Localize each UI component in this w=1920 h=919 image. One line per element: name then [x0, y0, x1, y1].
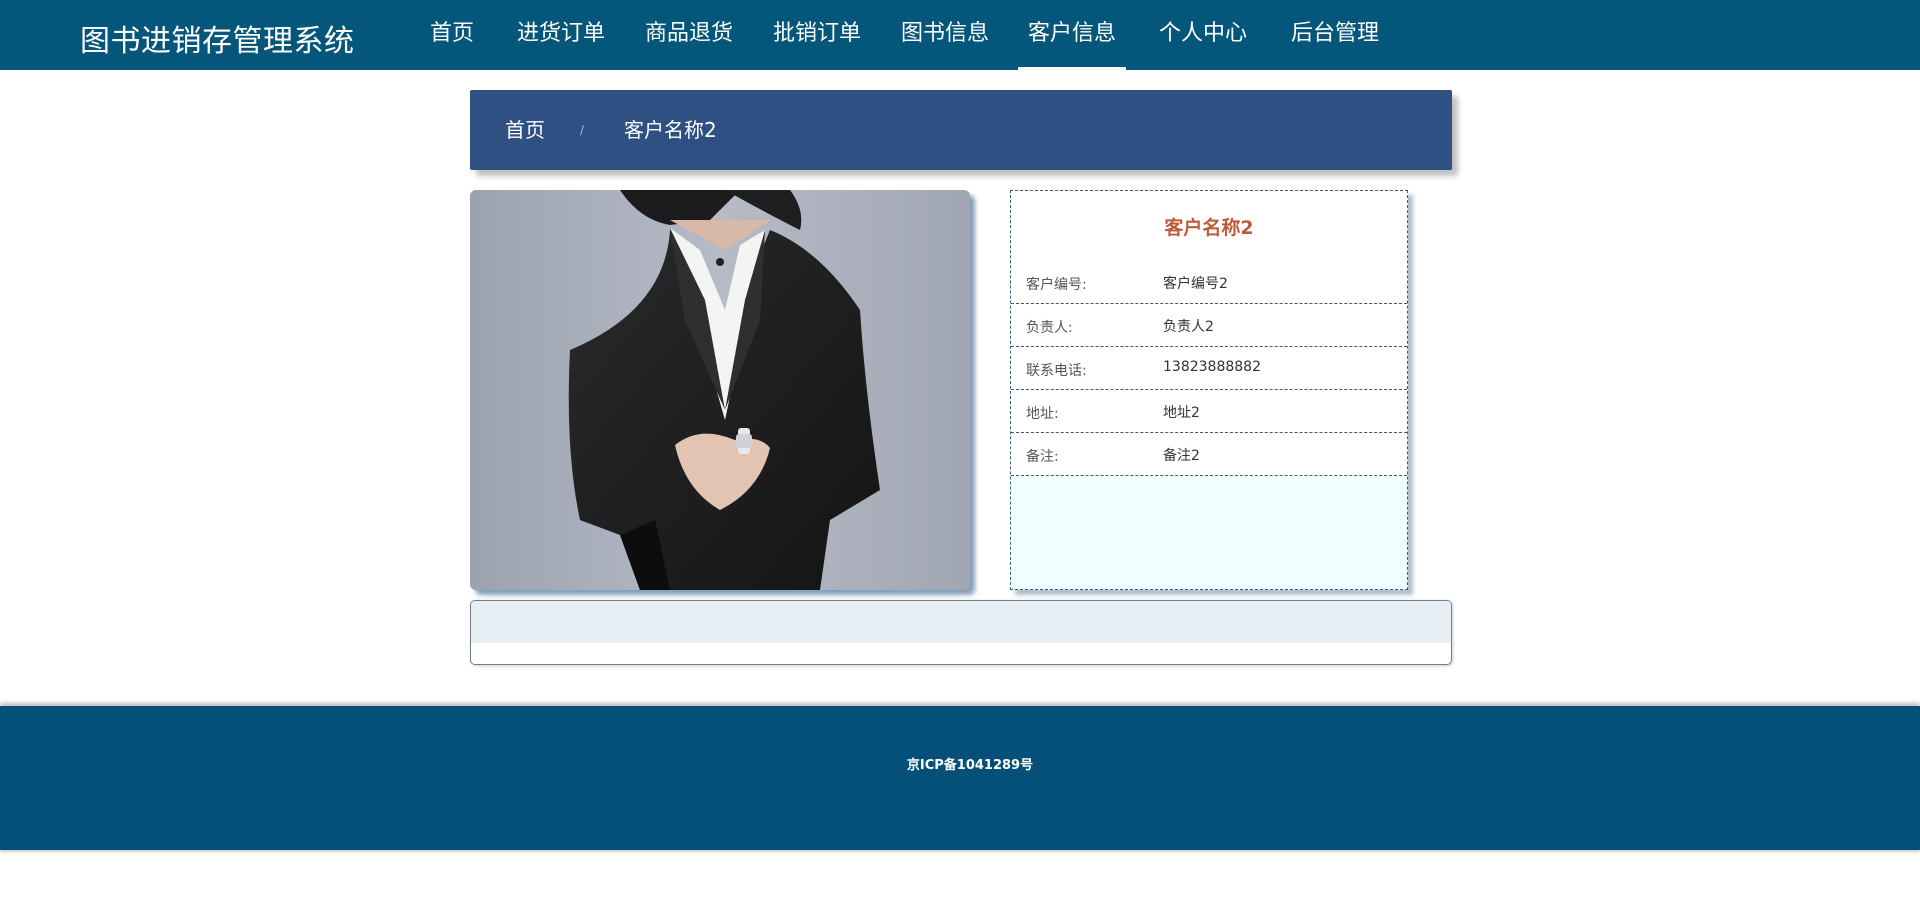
nav-item-purchase-orders[interactable]: 进货订单	[516, 0, 606, 70]
breadcrumb-home-link[interactable]: 首页	[505, 90, 545, 170]
customer-photo-image	[470, 190, 970, 590]
info-value: 13823888882	[1163, 359, 1261, 375]
customer-info-card: 客户名称2 客户编号: 客户编号2 负责人: 负责人2 联系电话: 138238…	[1010, 190, 1408, 590]
customer-name-title: 客户名称2	[1164, 217, 1254, 239]
footer-icp: 京ICP备1041289号	[906, 758, 1034, 773]
info-row-manager: 负责人: 负责人2	[1011, 304, 1407, 347]
nav-item-book-info[interactable]: 图书信息	[900, 0, 990, 70]
nav-item-customer-info[interactable]: 客户信息	[1018, 0, 1126, 70]
info-value: 备注2	[1163, 448, 1200, 464]
info-row-address: 地址: 地址2	[1011, 390, 1407, 433]
nav-item-home[interactable]: 首页	[428, 0, 476, 70]
main-nav: 首页 进货订单 商品退货 批销订单 图书信息 客户信息 个人中心 后台管理	[0, 0, 1920, 70]
nav-item-wholesale-orders[interactable]: 批销订单	[772, 0, 862, 70]
info-value: 地址2	[1163, 405, 1200, 421]
info-label: 客户编号:	[1026, 277, 1087, 293]
content-panel-header	[471, 601, 1451, 643]
info-label: 备注:	[1026, 449, 1059, 465]
info-row-customer-id: 客户编号: 客户编号2	[1011, 261, 1407, 304]
info-label: 负责人:	[1026, 320, 1073, 336]
customer-photo	[470, 190, 970, 590]
info-row-phone: 联系电话: 13823888882	[1011, 347, 1407, 390]
content-panel	[470, 600, 1452, 665]
nav-item-admin[interactable]: 后台管理	[1290, 0, 1380, 70]
info-row-remark: 备注: 备注2	[1011, 433, 1407, 476]
nav-item-personal-center[interactable]: 个人中心	[1158, 0, 1248, 70]
footer: 京ICP备1041289号	[0, 706, 1920, 850]
info-label: 联系电话:	[1026, 363, 1087, 379]
breadcrumb-separator: /	[580, 123, 585, 137]
breadcrumb: 首页 / 客户名称2	[470, 90, 1452, 170]
breadcrumb-current: 客户名称2	[624, 118, 717, 142]
info-value: 负责人2	[1163, 319, 1214, 335]
info-label: 地址:	[1026, 406, 1059, 422]
top-navbar: 图书进销存管理系统 首页 进货订单 商品退货 批销订单 图书信息 客户信息 个人…	[0, 0, 1920, 70]
info-value: 客户编号2	[1163, 276, 1228, 292]
customer-info-header: 客户名称2	[1011, 191, 1407, 261]
nav-item-returns[interactable]: 商品退货	[644, 0, 734, 70]
